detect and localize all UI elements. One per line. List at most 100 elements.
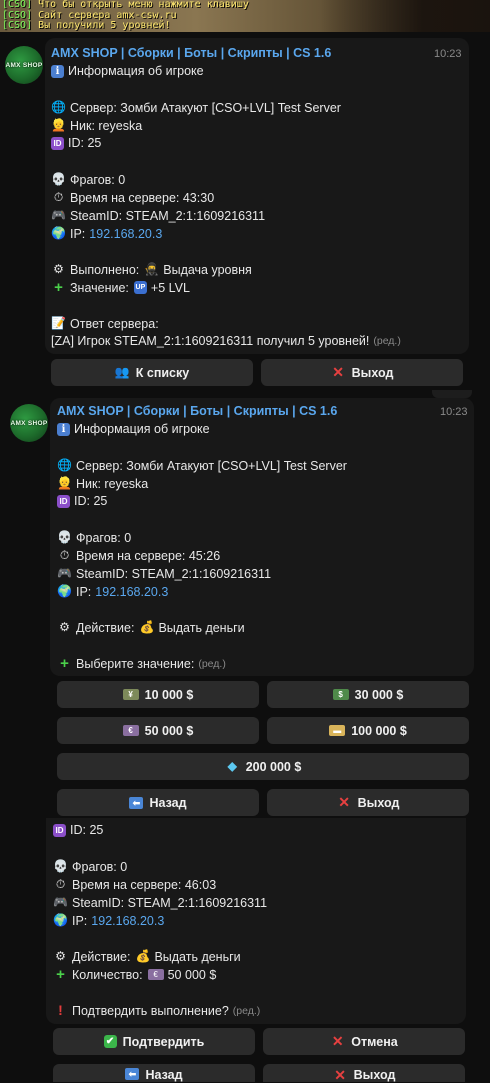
id-text: ID: 25 xyxy=(74,494,108,508)
money-bag-icon: 💰 xyxy=(135,949,151,963)
to-list-label: К списку xyxy=(135,365,190,380)
banknote-icon: € xyxy=(147,969,164,980)
nick-line: 👱 Ник: reyeska xyxy=(57,476,148,491)
scroll-tab[interactable] xyxy=(432,390,472,398)
back-arrow-icon: ⬅ xyxy=(125,1068,140,1080)
check-icon: ✔ xyxy=(103,1035,117,1048)
cancel-label: Отмена xyxy=(351,1034,398,1049)
answer-text: [ZA] Игрок STEAM_2:1:1609216311 получил … xyxy=(51,334,370,348)
id-text: ID: 25 xyxy=(70,823,104,837)
person-icon: 👱 xyxy=(51,118,66,132)
steamid-text: SteamID: STEAM_2:1:1609216311 xyxy=(76,566,272,581)
confirm-label: Подтвердить xyxy=(122,1034,205,1049)
earth-icon: 🌍 xyxy=(57,584,72,598)
action-text: Выдать деньги xyxy=(154,949,241,964)
ip-label: IP: xyxy=(76,584,92,599)
ip-link[interactable]: 192.168.20.3 xyxy=(89,227,162,241)
person-icon: 👱 xyxy=(57,476,72,490)
back-button[interactable]: ⬅ Назад xyxy=(53,1064,255,1082)
id-text: ID: 25 xyxy=(68,136,102,150)
to-list-button[interactable]: 👥 К списку xyxy=(51,359,253,386)
up-icon: UP xyxy=(133,281,147,294)
gamepad-icon: 🎮 xyxy=(51,208,66,222)
ip-link[interactable]: 192.168.20.3 xyxy=(95,585,168,599)
time-on-server-line: ⏱ Время на сервере: 43:30 xyxy=(51,190,214,205)
id-icon: ID xyxy=(53,823,66,837)
steamid-line: 🎮 SteamID: STEAM_2:1:1609216311 xyxy=(57,566,271,581)
exit-label: Выход xyxy=(351,365,394,380)
done-label: Выполнено: xyxy=(70,262,140,277)
time-on-server-line: ⏱ Время на сервере: 46:03 xyxy=(53,877,216,892)
globe-icon: 🌐 xyxy=(51,100,66,114)
edited-mark: (ред.) xyxy=(373,335,401,347)
id-icon: ID xyxy=(51,136,64,150)
console-tag: [CSO] xyxy=(2,20,33,31)
action-text: Выдать деньги xyxy=(158,620,245,635)
amount-200000-button[interactable]: ◆ 200 000 $ xyxy=(57,753,469,780)
steamid-line: 🎮 SteamID: STEAM_2:1:1609216311 xyxy=(53,895,267,910)
console-text: Вы получили 5 уровней! xyxy=(38,20,171,31)
gear-icon: ⚙ xyxy=(53,262,64,276)
earth-icon: 🌍 xyxy=(51,226,66,240)
sender-name[interactable]: AMX SHOP | Сборки | Боты | Скрипты | CS … xyxy=(51,46,331,60)
banknote-icon: € xyxy=(122,725,139,736)
back-label: Назад xyxy=(149,795,187,810)
console-line: [CSO] Вы получили 5 уровней! xyxy=(0,20,490,32)
id-line: ID ID: 25 xyxy=(53,823,103,837)
time-on-server-text: Время на сервере: 45:26 xyxy=(76,548,221,563)
amount-30000-button[interactable]: $30 000 $ xyxy=(267,681,469,708)
cross-icon: ✕ xyxy=(338,794,350,810)
console-text: Сайт сервера amx-csw.ru xyxy=(38,9,177,21)
exit-button[interactable]: ✕ Выход xyxy=(267,789,469,816)
info-icon: i xyxy=(57,422,70,436)
confirm-button[interactable]: ✔ Подтвердить xyxy=(53,1028,255,1055)
quantity-line: + Количество: €50 000 $ xyxy=(53,967,216,982)
server-text: Сервер: Зомби Атакуют [CSO+LVL] Test Ser… xyxy=(70,100,341,115)
avatar-text: AMX SHOP xyxy=(5,61,43,69)
exit-button[interactable]: ✕ Выход xyxy=(263,1064,465,1083)
value-text: +5 LVL xyxy=(150,280,190,295)
avatar-text: AMX SHOP xyxy=(10,419,48,427)
plus-icon: + xyxy=(56,966,65,983)
frags-text: Фрагов: 0 xyxy=(70,172,126,187)
amount-10000-button[interactable]: ¥10 000 $ xyxy=(57,681,259,708)
exit-button[interactable]: ✕ Выход xyxy=(261,359,463,386)
server-line: 🌐 Сервер: Зомби Атакуют [CSO+LVL] Test Se… xyxy=(51,100,341,115)
ip-line: 🌍 IP: 192.168.20.3 xyxy=(51,226,162,241)
answer-label: Ответ сервера: xyxy=(70,316,159,331)
skull-icon: 💀 xyxy=(53,859,68,873)
choose-text: Выберите значение: xyxy=(76,656,195,671)
ninja-icon: 🥷 xyxy=(144,262,160,276)
cancel-button[interactable]: ✕ Отмена xyxy=(263,1028,465,1055)
game-console-area: [CSO] Что бы открыть меню нажмите клавиш… xyxy=(0,0,490,32)
ip-link[interactable]: 192.168.20.3 xyxy=(91,914,164,928)
value-line: + Значение: UP +5 LVL xyxy=(51,280,190,295)
console-text: Что бы открыть меню нажмите клавишу xyxy=(38,0,249,10)
stopwatch-icon: ⏱ xyxy=(53,190,64,204)
back-button[interactable]: ⬅ Назад xyxy=(57,789,259,816)
memo-icon: 📝 xyxy=(51,316,66,330)
id-line: ID ID: 25 xyxy=(51,136,101,150)
server-text: Сервер: Зомби Атакуют [CSO+LVL] Test Ser… xyxy=(76,458,347,473)
skull-icon: 💀 xyxy=(51,172,66,186)
exit-label: Выход xyxy=(357,795,400,810)
amount-50000-button[interactable]: €50 000 $ xyxy=(57,717,259,744)
sender-name[interactable]: AMX SHOP | Сборки | Боты | Скрипты | CS … xyxy=(57,404,337,418)
title-text: Информация об игроке xyxy=(74,422,210,436)
steamid-text: SteamID: STEAM_2:1:1609216311 xyxy=(70,208,266,223)
title-text: Информация об игроке xyxy=(68,64,204,78)
answer-line: [ZA] Игрок STEAM_2:1:1609216311 получил … xyxy=(51,334,401,348)
action-line: ⚙ Действие: 💰 Выдать деньги xyxy=(53,949,241,964)
bot-avatar[interactable]: AMX SHOP xyxy=(5,46,43,84)
back-arrow-icon: ⬅ xyxy=(129,796,144,809)
quantity-label: Количество: xyxy=(72,967,143,982)
amount-label: 10 000 $ xyxy=(144,687,194,702)
diamond-icon: ◆ xyxy=(227,759,237,773)
frags-text: Фрагов: 0 xyxy=(72,859,128,874)
bot-avatar[interactable]: AMX SHOP xyxy=(10,404,48,442)
amount-label: 50 000 $ xyxy=(144,723,194,738)
gamepad-icon: 🎮 xyxy=(57,566,72,580)
edited-mark: (ред.) xyxy=(198,657,226,670)
amount-100000-button[interactable]: ▬ 100 000 $ xyxy=(267,717,469,744)
credit-card-icon: ▬ xyxy=(329,725,346,736)
